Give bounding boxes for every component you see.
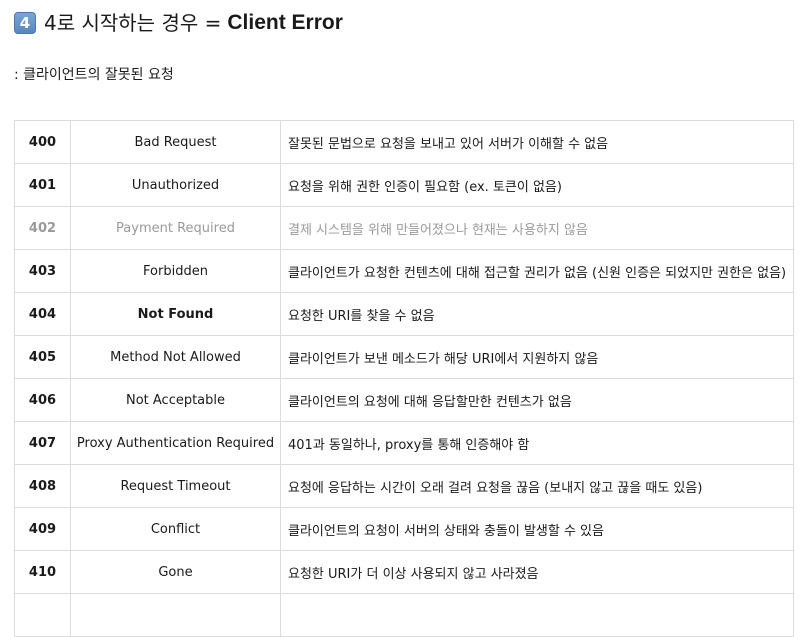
- table-row: 406 Not Acceptable 클라이언트의 요청에 대해 응답할만한 컨…: [14, 378, 794, 422]
- status-code-table: 400 Bad Request 잘못된 문법으로 요청을 보내고 있어 서버가 …: [14, 120, 794, 637]
- status-name: Forbidden: [70, 249, 281, 293]
- status-name: Request Timeout: [70, 464, 281, 508]
- table-row: 408 Request Timeout 요청에 응답하는 시간이 오래 걸려 요…: [14, 464, 794, 508]
- status-name: Bad Request: [70, 120, 281, 164]
- table-row: 409 Conflict 클라이언트의 요청이 서버의 상태와 충돌이 발생할 …: [14, 507, 794, 551]
- status-description: 잘못된 문법으로 요청을 보내고 있어 서버가 이해할 수 없음: [280, 120, 794, 164]
- page-title-english: Client Error: [227, 11, 343, 34]
- status-description: 클라이언트가 보낸 메소드가 해당 URI에서 지원하지 않음: [280, 335, 794, 379]
- table-row-partial: [14, 593, 794, 637]
- status-name: Conflict: [70, 507, 281, 551]
- status-description: 요청을 위해 권한 인증이 필요함 (ex. 토큰이 없음): [280, 163, 794, 207]
- status-code: 407: [14, 421, 71, 465]
- status-name: Proxy Authentication Required: [70, 421, 281, 465]
- keycap-four-icon: 4: [14, 12, 36, 34]
- page-title: 4 4로 시작하는 경우 = Client Error: [14, 8, 343, 38]
- status-name: Method Not Allowed: [70, 335, 281, 379]
- status-name: Not Acceptable: [70, 378, 281, 422]
- status-name: Not Found: [70, 292, 281, 336]
- page-subtitle: : 클라이언트의 잘못된 요청: [14, 67, 174, 83]
- table-row: 404 Not Found 요청한 URI를 찾을 수 없음: [14, 292, 794, 336]
- status-description: 클라이언트가 요청한 컨텐츠에 대해 접근할 권리가 없음 (신원 인증은 되었…: [280, 249, 794, 293]
- status-code: 402: [14, 206, 71, 250]
- status-code: [14, 593, 71, 637]
- table-row: 410 Gone 요청한 URI가 더 이상 사용되지 않고 사라졌음: [14, 550, 794, 594]
- status-name: Gone: [70, 550, 281, 594]
- status-code: 403: [14, 249, 71, 293]
- status-name: Unauthorized: [70, 163, 281, 207]
- status-description: 401과 동일하나, proxy를 통해 인증해야 함: [280, 421, 794, 465]
- status-code: 400: [14, 120, 71, 164]
- status-code: 409: [14, 507, 71, 551]
- status-code: 410: [14, 550, 71, 594]
- status-name: [70, 593, 281, 637]
- status-description: 클라이언트의 요청이 서버의 상태와 충돌이 발생할 수 있음: [280, 507, 794, 551]
- status-code: 406: [14, 378, 71, 422]
- status-code: 404: [14, 292, 71, 336]
- status-description: [280, 593, 794, 637]
- status-description: 요청한 URI가 더 이상 사용되지 않고 사라졌음: [280, 550, 794, 594]
- status-code: 408: [14, 464, 71, 508]
- status-description: 요청한 URI를 찾을 수 없음: [280, 292, 794, 336]
- status-code: 405: [14, 335, 71, 379]
- table-row: 407 Proxy Authentication Required 401과 동…: [14, 421, 794, 465]
- table-row: 401 Unauthorized 요청을 위해 권한 인증이 필요함 (ex. …: [14, 163, 794, 207]
- table-row: 405 Method Not Allowed 클라이언트가 보낸 메소드가 해당…: [14, 335, 794, 379]
- table-row: 400 Bad Request 잘못된 문법으로 요청을 보내고 있어 서버가 …: [14, 120, 794, 164]
- status-description: 결제 시스템을 위해 만들어졌으나 현재는 사용하지 않음: [280, 206, 794, 250]
- status-description: 클라이언트의 요청에 대해 응답할만한 컨텐츠가 없음: [280, 378, 794, 422]
- table-row: 403 Forbidden 클라이언트가 요청한 컨텐츠에 대해 접근할 권리가…: [14, 249, 794, 293]
- table-row: 402 Payment Required 결제 시스템을 위해 만들어졌으나 현…: [14, 206, 794, 250]
- status-description: 요청에 응답하는 시간이 오래 걸려 요청을 끊음 (보내지 않고 끊을 때도 …: [280, 464, 794, 508]
- status-code: 401: [14, 163, 71, 207]
- status-name: Payment Required: [70, 206, 281, 250]
- page-title-korean: 4로 시작하는 경우 =: [44, 11, 222, 35]
